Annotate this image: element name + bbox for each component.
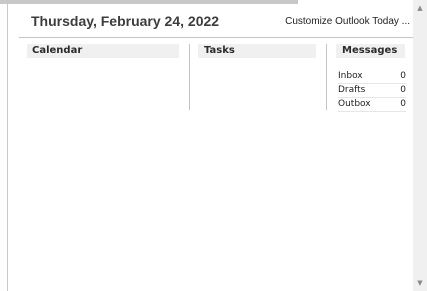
message-count: 0: [400, 85, 406, 95]
messages-table: Inbox 0 Drafts 0 Outbox 0: [338, 70, 406, 112]
scroll-up-icon[interactable]: ▲: [413, 1, 427, 15]
messages-section-header: Messages: [336, 44, 405, 58]
message-count: 0: [400, 71, 406, 81]
scroll-down-icon[interactable]: ▼: [413, 276, 427, 290]
outlook-today-header: Thursday, February 24, 2022 Customize Ou…: [8, 4, 413, 38]
current-date: Thursday, February 24, 2022: [31, 13, 220, 29]
calendar-section-header: Calendar: [27, 44, 179, 58]
folder-label: Drafts: [338, 85, 366, 95]
tasks-section-header: Tasks: [198, 44, 316, 58]
left-border: [7, 4, 8, 291]
vertical-scrollbar[interactable]: ▲ ▼: [413, 0, 427, 291]
header-divider: [19, 37, 413, 38]
messages-row-drafts[interactable]: Drafts 0: [338, 84, 406, 98]
messages-row-inbox[interactable]: Inbox 0: [338, 70, 406, 84]
folder-label: Outbox: [338, 99, 371, 109]
column-divider: [326, 44, 327, 110]
customize-outlook-today-link[interactable]: Customize Outlook Today ...: [285, 16, 410, 27]
message-count: 0: [400, 99, 406, 109]
column-divider: [189, 44, 190, 110]
messages-row-outbox[interactable]: Outbox 0: [338, 98, 406, 112]
folder-label: Inbox: [338, 71, 363, 81]
